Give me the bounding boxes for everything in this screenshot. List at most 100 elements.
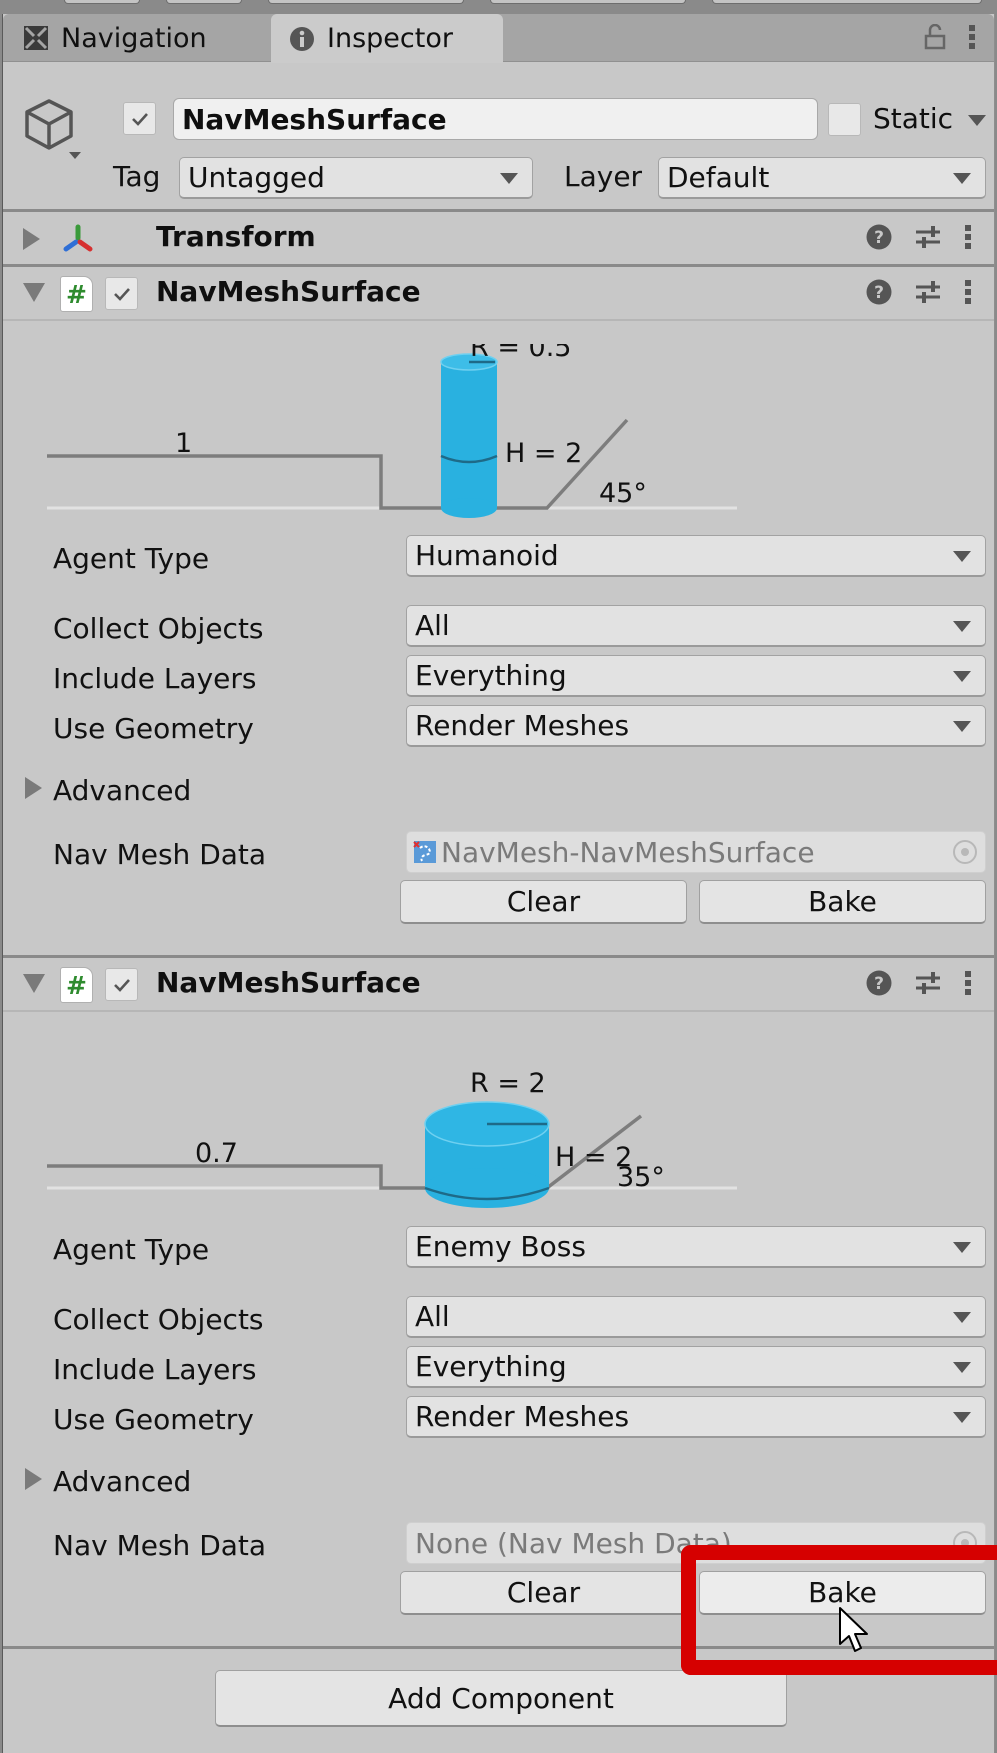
toolbar-ghost-button	[166, 0, 242, 4]
collect-objects-value: All	[415, 609, 450, 642]
agent-type-value: Enemy Boss	[415, 1230, 586, 1263]
kebab-menu-icon[interactable]	[964, 224, 972, 250]
layer-value: Default	[667, 161, 770, 194]
chevron-down-icon	[953, 671, 971, 682]
toolbar-ghost-button	[64, 0, 140, 4]
agent-settings-diagram: 0.7 R = 2 H = 2 35°	[47, 1068, 737, 1208]
tag-dropdown[interactable]: Untagged	[179, 157, 533, 199]
use-geometry-value: Render Meshes	[415, 1400, 630, 1433]
component-enabled-checkbox[interactable]	[105, 277, 138, 310]
step-slope-profile	[47, 1114, 643, 1190]
static-checkbox[interactable]	[828, 103, 861, 136]
nav-mesh-data-value: NavMesh-NavMeshSurface	[441, 835, 815, 869]
tab-bar: Navigation Inspector	[3, 14, 994, 63]
collect-objects-dropdown[interactable]: All	[406, 605, 986, 647]
nav-mesh-data-field[interactable]: NavMesh-NavMeshSurface	[406, 831, 986, 873]
agent-cylinder	[440, 353, 498, 518]
agent-settings-diagram: 1 R = 0.5 H = 2 45°	[47, 344, 737, 518]
toolbar-ghost-button	[490, 0, 686, 4]
include-layers-dropdown[interactable]: Everything	[406, 1346, 986, 1388]
gameobject-name-input[interactable]: NavMeshSurface	[173, 98, 818, 140]
toolbar-ghost-button	[268, 0, 464, 4]
tag-label: Tag	[113, 160, 161, 193]
divider	[3, 319, 994, 321]
collect-objects-dropdown[interactable]: All	[406, 1296, 986, 1338]
help-icon[interactable]: ?	[866, 970, 892, 996]
component-enabled-checkbox[interactable]	[105, 968, 138, 1001]
svg-text:?: ?	[874, 974, 884, 994]
checkmark-icon	[113, 978, 130, 992]
gameobject-active-checkbox[interactable]	[123, 102, 156, 135]
use-geometry-value: Render Meshes	[415, 709, 630, 742]
include-layers-label: Include Layers	[53, 1353, 257, 1386]
bake-button[interactable]: Bake	[699, 880, 986, 924]
help-icon[interactable]: ?	[866, 279, 892, 305]
use-geometry-dropdown[interactable]: Render Meshes	[406, 1396, 986, 1438]
navigation-icon	[24, 26, 48, 50]
component-header-navmeshsurface[interactable]: # NavMeshSurface ?	[3, 958, 994, 1010]
step-height-label: 1	[175, 428, 192, 459]
chevron-down-icon	[967, 114, 986, 126]
preset-sliders-icon[interactable]	[914, 970, 942, 996]
chevron-down-icon	[953, 551, 971, 562]
help-icon[interactable]: ?	[866, 224, 892, 250]
object-picker-icon[interactable]	[953, 840, 977, 864]
layer-dropdown[interactable]: Default	[658, 157, 986, 199]
clear-button[interactable]: Clear	[400, 1571, 687, 1615]
chevron-down-icon	[953, 621, 971, 632]
kebab-menu-icon[interactable]	[964, 279, 972, 305]
include-layers-dropdown[interactable]: Everything	[406, 655, 986, 697]
lock-icon[interactable]	[924, 24, 946, 50]
clear-button[interactable]: Clear	[400, 880, 687, 924]
static-dropdown[interactable]: Static	[873, 102, 986, 135]
advanced-foldout-arrow-icon[interactable]	[25, 1468, 42, 1490]
static-label: Static	[873, 102, 954, 135]
preset-sliders-icon[interactable]	[914, 279, 942, 305]
chevron-down-icon	[953, 1242, 971, 1253]
component-header-transform[interactable]: Transform ?	[3, 212, 994, 264]
kebab-menu-icon[interactable]	[964, 970, 972, 996]
script-hash-icon: #	[60, 967, 93, 1003]
agent-type-label: Agent Type	[53, 542, 210, 575]
kebab-menu-icon[interactable]	[968, 24, 976, 50]
advanced-foldout[interactable]: Advanced	[53, 774, 191, 807]
transform-icon	[63, 224, 93, 252]
component-header-navmeshsurface[interactable]: # NavMeshSurface ?	[3, 267, 994, 319]
chevron-down-icon	[953, 1312, 971, 1323]
navmesh-asset-icon	[413, 841, 436, 863]
radius-label: R = 2	[470, 1068, 546, 1099]
use-geometry-dropdown[interactable]: Render Meshes	[406, 705, 986, 747]
tab-navigation[interactable]: Navigation	[3, 14, 271, 62]
preset-sliders-icon[interactable]	[914, 224, 942, 250]
slope-label: 45°	[599, 478, 647, 509]
collapse-arrow-icon[interactable]	[23, 974, 45, 993]
radius-label: R = 0.5	[470, 344, 572, 363]
height-label: H = 2	[505, 438, 582, 469]
agent-type-dropdown[interactable]: Enemy Boss	[406, 1226, 986, 1268]
svg-text:?: ?	[874, 228, 884, 248]
tab-inspector[interactable]: Inspector	[271, 14, 503, 63]
component-title: NavMeshSurface	[156, 275, 421, 308]
step-height-label: 0.7	[195, 1138, 238, 1169]
advanced-foldout-arrow-icon[interactable]	[25, 777, 42, 799]
collapse-arrow-icon[interactable]	[23, 283, 45, 302]
collect-objects-label: Collect Objects	[53, 1303, 264, 1336]
use-geometry-label: Use Geometry	[53, 712, 254, 745]
include-layers-value: Everything	[415, 659, 567, 692]
toolbar-ghost-button	[712, 0, 982, 4]
use-geometry-label: Use Geometry	[53, 1403, 254, 1436]
collect-objects-value: All	[415, 1300, 450, 1333]
advanced-foldout[interactable]: Advanced	[53, 1465, 191, 1498]
script-hash-icon: #	[60, 276, 93, 312]
top-window-strip	[0, 0, 997, 14]
expand-arrow-icon[interactable]	[23, 228, 40, 250]
agent-cylinder	[424, 1101, 550, 1208]
agent-type-value: Humanoid	[415, 539, 559, 572]
collect-objects-label: Collect Objects	[53, 612, 264, 645]
chevron-down-icon	[953, 1362, 971, 1373]
checkmark-icon	[131, 112, 148, 126]
info-icon	[290, 26, 314, 51]
gameobject-cube-icon[interactable]	[21, 96, 81, 162]
agent-type-dropdown[interactable]: Humanoid	[406, 535, 986, 577]
add-component-button[interactable]: Add Component	[215, 1670, 787, 1727]
